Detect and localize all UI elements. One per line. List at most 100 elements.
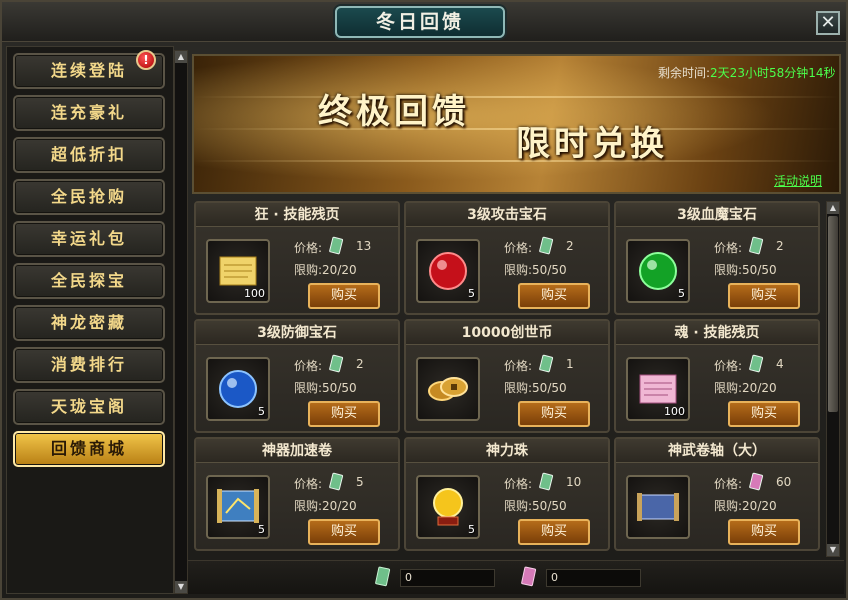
coupon-icon <box>749 236 764 255</box>
buy-button[interactable]: 购买 <box>518 283 590 309</box>
price-value: 13 <box>356 239 372 253</box>
sidebar: 连续登陆 连充豪礼 超低折扣 全民抢购 幸运礼包 全民探宝 神龙密藏 消费排行 … <box>6 46 174 594</box>
limit-value: 20/20 <box>322 263 357 277</box>
item-name: 10000创世币 <box>406 321 608 345</box>
event-window: 冬日回馈 ✕ 连续登陆 连充豪礼 超低折扣 全民抢购 幸运礼包 全民探宝 神龙密… <box>0 0 848 600</box>
buy-button[interactable]: 购买 <box>308 519 380 545</box>
price-value: 2 <box>776 239 784 253</box>
item-icon-slot[interactable]: 5 <box>206 357 270 421</box>
buy-button[interactable]: 购买 <box>728 519 800 545</box>
banner-subline: 限时兑换 <box>516 124 668 164</box>
limit-value: 50/50 <box>742 263 777 277</box>
item-card: 魂 · 技能残页 100 价格: 4 限购:20/20 购买 <box>614 319 820 433</box>
sidebar-scrollbar[interactable]: ▲ ▼ <box>174 50 188 594</box>
item-icon-slot[interactable]: 5 <box>206 475 270 539</box>
item-quantity: 5 <box>468 523 475 536</box>
coupon-icon <box>329 472 344 491</box>
item-name: 神武卷轴（大） <box>616 439 818 463</box>
item-icon-slot[interactable]: 100 <box>626 357 690 421</box>
item-name: 3级攻击宝石 <box>406 203 608 227</box>
price-label: 价格: <box>504 477 533 491</box>
item-name: 3级血魔宝石 <box>616 203 818 227</box>
sidebar-item-lucky-pack[interactable]: 幸运礼包 <box>13 221 165 257</box>
price-value: 10 <box>566 475 582 489</box>
sidebar-item-rush-buy[interactable]: 全民抢购 <box>13 179 165 215</box>
green-coupon-balance: 0 <box>400 569 495 587</box>
scroll-down-icon[interactable]: ▼ <box>175 581 187 593</box>
sidebar-item-dragon-vault[interactable]: 神龙密藏 <box>13 305 165 341</box>
limit-label: 限购: <box>504 499 533 513</box>
price-label: 价格: <box>504 359 533 373</box>
window-title: 冬日回馈 <box>335 6 505 38</box>
coupon-icon <box>329 354 344 373</box>
coupon-icon <box>539 354 554 373</box>
price-value: 60 <box>776 475 792 489</box>
limit-value: 20/20 <box>742 499 777 513</box>
price-label: 价格: <box>294 241 323 255</box>
scroll-down-icon[interactable]: ▼ <box>827 544 839 556</box>
item-card: 神力珠 5 价格: 10 限购:50/50 购买 <box>404 437 610 551</box>
sidebar-item-recharge[interactable]: 连充豪礼 <box>13 95 165 131</box>
item-icon-slot[interactable]: 5 <box>416 239 480 303</box>
price-value: 1 <box>566 357 574 371</box>
limit-value: 50/50 <box>322 381 357 395</box>
item-icon-slot[interactable]: 100 <box>206 239 270 303</box>
buy-button[interactable]: 购买 <box>518 519 590 545</box>
coupon-icon <box>749 472 764 491</box>
close-button[interactable]: ✕ <box>816 11 840 35</box>
price-label: 价格: <box>294 477 323 491</box>
item-card: 狂 · 技能残页 100 价格: 13 限购:20/20 购买 <box>194 201 400 315</box>
item-quantity: 100 <box>664 405 685 418</box>
purchase-limit: 限购:20/20 <box>294 497 357 514</box>
item-icon-slot[interactable] <box>626 475 690 539</box>
purchase-limit: 限购:20/20 <box>714 497 777 514</box>
scroll-up-icon[interactable]: ▲ <box>175 51 187 63</box>
price-label: 价格: <box>714 477 743 491</box>
sidebar-item-reward-shop[interactable]: 回馈商城 <box>13 431 165 467</box>
item-quantity: 5 <box>678 287 685 300</box>
sidebar-item-treasure-pavilion[interactable]: 天珑宝阁 <box>13 389 165 425</box>
item-scrollbar[interactable]: ▲ ▼ <box>826 201 840 557</box>
alert-icon: ! <box>136 50 156 70</box>
purchase-limit: 限购:20/20 <box>294 261 357 278</box>
price-value: 2 <box>356 357 364 371</box>
item-icon-slot[interactable]: 5 <box>626 239 690 303</box>
price-label: 价格: <box>714 359 743 373</box>
buy-button[interactable]: 购买 <box>728 401 800 427</box>
scroll-up-icon[interactable]: ▲ <box>827 202 839 214</box>
remaining-time: 剩余时间:2天23小时58分钟14秒 <box>658 64 836 81</box>
purchase-limit: 限购:50/50 <box>504 379 567 396</box>
buy-button[interactable]: 购买 <box>308 283 380 309</box>
item-icon-slot[interactable]: 5 <box>416 475 480 539</box>
scroll-thumb[interactable] <box>828 216 838 412</box>
sidebar-item-spend-rank[interactable]: 消费排行 <box>13 347 165 383</box>
limit-value: 20/20 <box>742 381 777 395</box>
item-name: 3级防御宝石 <box>196 321 398 345</box>
limit-value: 50/50 <box>532 381 567 395</box>
item-card: 神器加速卷 5 价格: 5 限购:20/20 购买 <box>194 437 400 551</box>
coupon-icon <box>539 236 554 255</box>
limit-label: 限购: <box>714 499 743 513</box>
item-card: 10000创世币价格: 1 限购:50/50 购买 <box>404 319 610 433</box>
price-label: 价格: <box>294 359 323 373</box>
buy-button[interactable]: 购买 <box>518 401 590 427</box>
buy-button[interactable]: 购买 <box>308 401 380 427</box>
sidebar-item-treasure-hunt[interactable]: 全民探宝 <box>13 263 165 299</box>
sidebar-item-discount[interactable]: 超低折扣 <box>13 137 165 173</box>
green-coupon-icon <box>375 566 391 587</box>
pink-coupon-icon <box>521 566 537 587</box>
item-name: 狂 · 技能残页 <box>196 203 398 227</box>
buy-button[interactable]: 购买 <box>728 283 800 309</box>
limit-label: 限购: <box>504 263 533 277</box>
scroll-icon <box>637 493 679 521</box>
item-icon-slot[interactable] <box>416 357 480 421</box>
event-rules-link[interactable]: 活动说明 <box>774 172 822 189</box>
banner-streak <box>194 96 839 98</box>
item-card: 3级血魔宝石 5 价格: 2 限购:50/50 购买 <box>614 201 820 315</box>
purchase-limit: 限购:50/50 <box>714 261 777 278</box>
price-label: 价格: <box>714 241 743 255</box>
limit-label: 限购: <box>294 263 323 277</box>
event-banner: 终极回馈 限时兑换 剩余时间:2天23小时58分钟14秒 活动说明 <box>192 54 841 194</box>
purchase-limit: 限购:50/50 <box>294 379 357 396</box>
price-value: 5 <box>356 475 364 489</box>
